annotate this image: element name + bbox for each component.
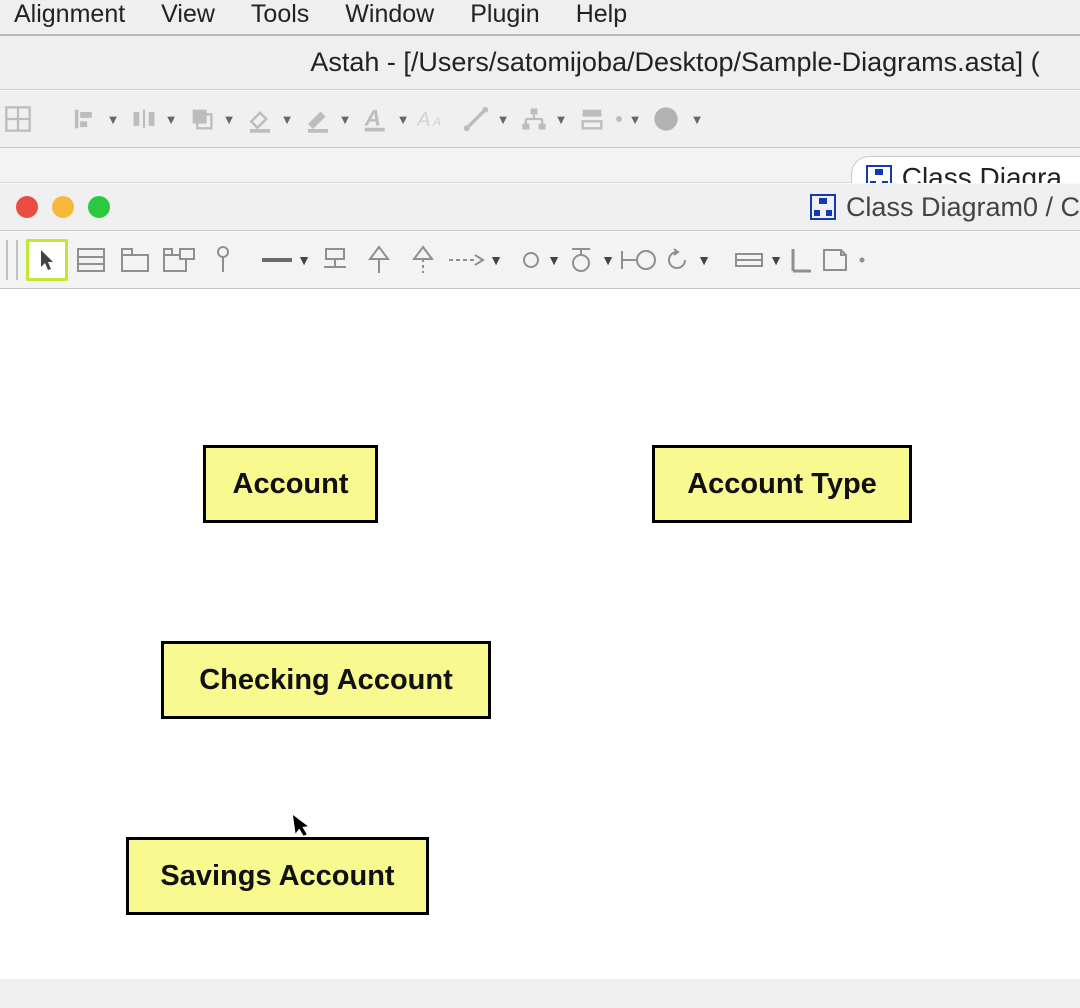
more-icon[interactable] xyxy=(854,239,870,281)
dropdown-icon[interactable]: ▼ xyxy=(628,112,642,127)
pointer-tool[interactable] xyxy=(26,239,68,281)
dropdown-icon[interactable]: ▼ xyxy=(546,252,562,268)
dropdown-icon[interactable]: ▼ xyxy=(496,112,510,127)
font-size-icon[interactable]: AA xyxy=(416,101,452,137)
class-label: Savings Account xyxy=(160,860,394,893)
menu-window[interactable]: Window xyxy=(345,0,434,29)
maximize-window-button[interactable] xyxy=(88,196,110,218)
interface-tool[interactable] xyxy=(202,239,244,281)
entity-tool[interactable] xyxy=(518,239,544,281)
document-header: Class Diagram0 / C xyxy=(0,183,1080,231)
class-checking-account[interactable]: Checking Account xyxy=(161,641,491,719)
dependency-tool[interactable] xyxy=(446,239,486,281)
diagram-canvas[interactable]: Account Account Type Checking Account Sa… xyxy=(0,289,1080,979)
dropdown-icon[interactable]: ▼ xyxy=(690,112,704,127)
class-tool[interactable] xyxy=(70,239,112,281)
dropdown-icon[interactable]: ▼ xyxy=(296,252,312,268)
class-account[interactable]: Account xyxy=(203,445,378,523)
layer-icon[interactable] xyxy=(184,101,220,137)
control-tool[interactable] xyxy=(618,239,658,281)
dropdown-icon[interactable]: ▼ xyxy=(768,252,784,268)
menu-alignment[interactable]: Alignment xyxy=(14,0,125,29)
page-tool[interactable] xyxy=(818,239,852,281)
document-tab-label: Class Diagram0 / C xyxy=(846,192,1080,223)
class-account-type[interactable]: Account Type xyxy=(652,445,912,523)
mouse-cursor-icon xyxy=(288,810,314,841)
fill-color-icon[interactable] xyxy=(242,101,278,137)
dropdown-icon[interactable]: ▼ xyxy=(696,252,712,268)
svg-text:A: A xyxy=(417,109,431,131)
align-left-icon[interactable] xyxy=(68,101,104,137)
association-tool[interactable] xyxy=(260,239,294,281)
stereotype-icon[interactable] xyxy=(574,101,610,137)
window-title: Astah - [/Users/satomijoba/Desktop/Sampl… xyxy=(310,47,1039,78)
note-tool[interactable] xyxy=(732,239,766,281)
class-diagram-icon xyxy=(810,194,836,220)
dropdown-icon[interactable]: ▼ xyxy=(554,112,568,127)
dropdown-icon[interactable]: ▼ xyxy=(280,112,294,127)
minimize-window-button[interactable] xyxy=(52,196,74,218)
font-color-icon[interactable]: A xyxy=(358,101,394,137)
dropdown-icon[interactable]: ▼ xyxy=(488,252,504,268)
emoji-icon[interactable] xyxy=(648,101,684,137)
close-window-button[interactable] xyxy=(16,196,38,218)
dropdown-icon[interactable]: ▼ xyxy=(106,112,120,127)
realization-tool[interactable] xyxy=(402,239,444,281)
dropdown-icon[interactable]: ▼ xyxy=(164,112,178,127)
traffic-lights xyxy=(16,196,110,218)
package-tool[interactable] xyxy=(114,239,156,281)
dropdown-icon[interactable]: ▼ xyxy=(600,252,616,268)
generalization-tool[interactable] xyxy=(358,239,400,281)
table-grid-icon[interactable] xyxy=(0,101,36,137)
menu-plugin[interactable]: Plugin xyxy=(470,0,540,29)
class-savings-account[interactable]: Savings Account xyxy=(126,837,429,915)
class-label: Account Type xyxy=(687,468,877,501)
window-titlebar: Astah - [/Users/satomijoba/Desktop/Sampl… xyxy=(0,36,1080,90)
subsystem-tool[interactable] xyxy=(158,239,200,281)
menu-bar: Alignment View Tools Window Plugin Help xyxy=(0,0,1080,36)
small-circle-icon[interactable] xyxy=(612,101,626,137)
document-tab[interactable]: Class Diagram0 / C xyxy=(810,192,1080,223)
class-label: Checking Account xyxy=(199,664,453,697)
diagram-toolbar: ▼ ▼ ▼ ▼ ▼ ▼ xyxy=(0,231,1080,289)
format-toolbar: ▼ ▼ ▼ ▼ ▼ A ▼ AA ▼ xyxy=(0,90,1080,148)
boundary-tool[interactable] xyxy=(564,239,598,281)
line-color-icon[interactable] xyxy=(300,101,336,137)
menu-tools[interactable]: Tools xyxy=(251,0,309,29)
line-style-icon[interactable] xyxy=(458,101,494,137)
menu-help[interactable]: Help xyxy=(576,0,627,29)
distribute-horizontal-icon[interactable] xyxy=(126,101,162,137)
dropdown-icon[interactable]: ▼ xyxy=(396,112,410,127)
toolbar-handle-icon[interactable] xyxy=(6,240,18,280)
association-class-tool[interactable] xyxy=(314,239,356,281)
dropdown-icon[interactable]: ▼ xyxy=(338,112,352,127)
anchor-tool[interactable] xyxy=(786,239,816,281)
hierarchy-icon[interactable] xyxy=(516,101,552,137)
class-label: Account xyxy=(233,468,349,501)
refresh-tool[interactable] xyxy=(660,239,694,281)
menu-view[interactable]: View xyxy=(161,0,215,29)
dropdown-icon[interactable]: ▼ xyxy=(222,112,236,127)
svg-text:A: A xyxy=(364,105,381,130)
svg-text:A: A xyxy=(432,115,441,129)
